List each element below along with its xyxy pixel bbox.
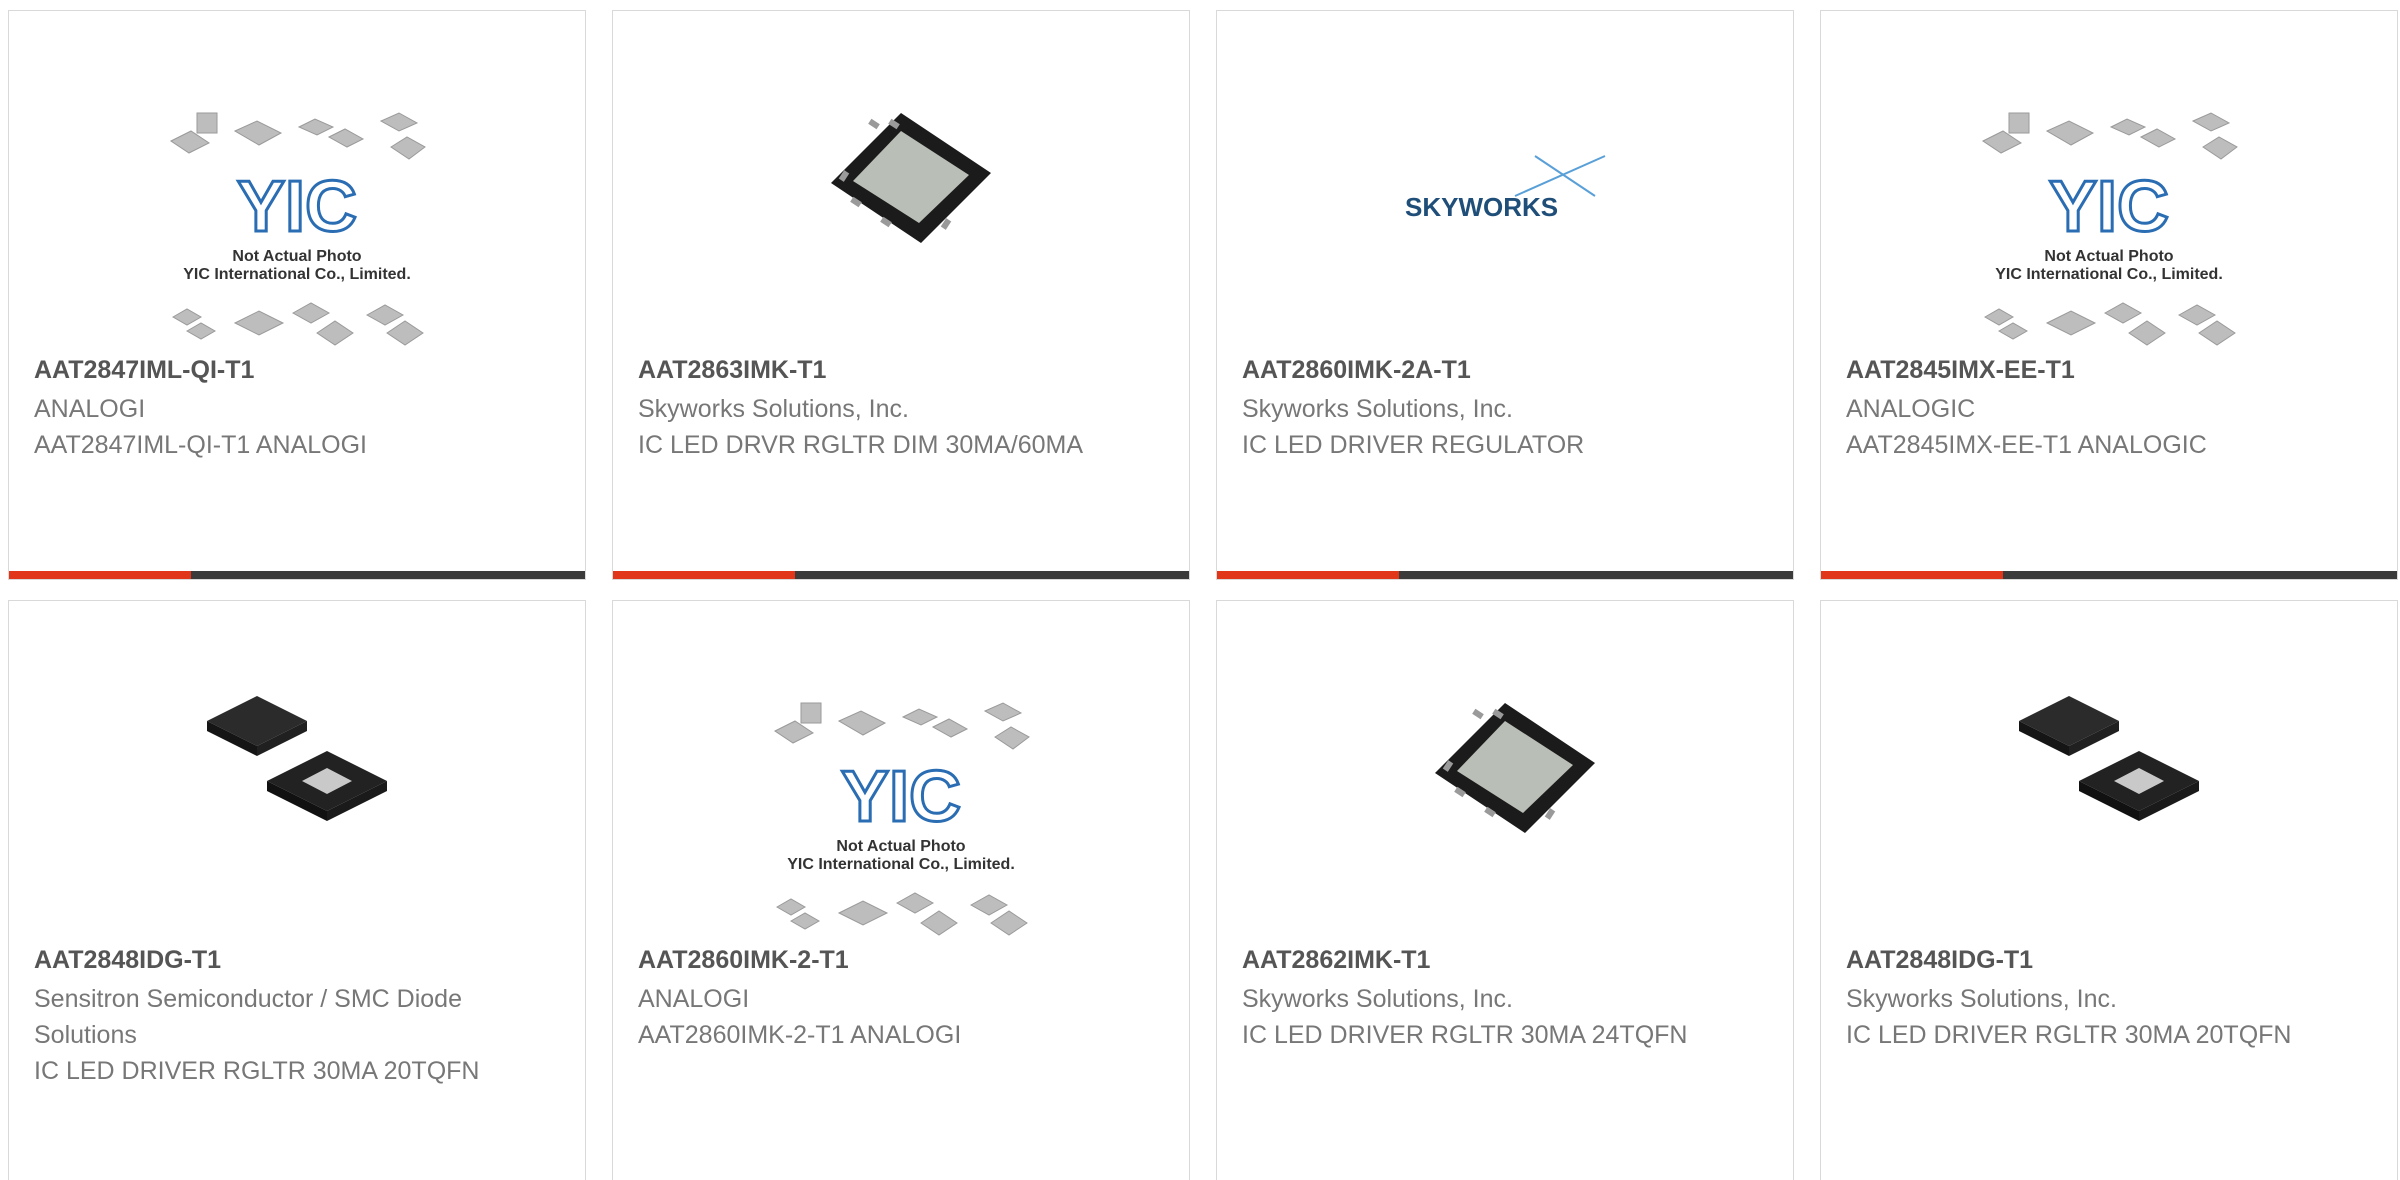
svg-text:YIC International Co., Limited: YIC International Co., Limited.	[787, 856, 1015, 873]
yic-placeholder-image: YIC Not Actual Photo YIC International C…	[170, 112, 426, 346]
product-description: AAT2845IMX-EE-T1 ANALOGIC	[1846, 431, 2207, 459]
skyworks-logo-image: SKYWORKS	[1405, 155, 1606, 222]
product-description: IC LED DRIVER RGLTR 30MA 24TQFN	[1242, 1021, 1688, 1049]
product-part-number[interactable]: AAT2848IDG-T1	[1846, 946, 2033, 975]
product-description: IC LED DRIVER REGULATOR	[1242, 431, 1585, 459]
product-manufacturer: Sensitron Semiconductor / SMC Diode Solu…	[34, 985, 462, 1049]
card-bottom-bar	[1217, 571, 1793, 579]
product-card[interactable]: YIC Not Actual Photo YIC International C…	[1820, 10, 2398, 580]
svg-text:Not Actual Photo: Not Actual Photo	[232, 248, 361, 265]
svg-text:Not Actual Photo: Not Actual Photo	[836, 838, 965, 855]
yic-placeholder-image: YIC Not Actual Photo YIC International C…	[774, 702, 1030, 936]
product-manufacturer: ANALOGIC	[1846, 395, 1976, 423]
tqfn-pair-image	[2019, 696, 2199, 821]
svg-text:YIC: YIC	[2049, 167, 2169, 247]
product-description: IC LED DRIVER RGLTR 30MA 20TQFN	[34, 1057, 480, 1085]
product-part-number[interactable]: AAT2860IMK-2-T1	[638, 946, 849, 975]
product-manufacturer: Skyworks Solutions, Inc.	[1846, 985, 2117, 1013]
product-description: AAT2860IMK-2-T1 ANALOGI	[638, 1021, 962, 1049]
product-card[interactable]: YIC Not Actual Photo YIC International C…	[8, 10, 586, 580]
qfn-chip-image	[831, 113, 991, 243]
svg-text:YIC International Co., Limited: YIC International Co., Limited.	[1995, 266, 2223, 283]
product-part-number[interactable]: AAT2862IMK-T1	[1242, 946, 1430, 975]
svg-text:YIC: YIC	[237, 167, 357, 247]
product-description: IC LED DRIVER RGLTR 30MA 20TQFN	[1846, 1021, 2292, 1049]
product-card[interactable]: AAT2862IMK-T1 Skyworks Solutions, Inc. I…	[1216, 600, 1794, 1180]
product-manufacturer: ANALOGI	[34, 395, 146, 423]
svg-text:YIC International Co., Limited: YIC International Co., Limited.	[183, 266, 411, 283]
yic-placeholder-image: YIC Not Actual Photo YIC International C…	[1982, 112, 2238, 346]
product-description: AAT2847IML-QI-T1 ANALOGI	[34, 431, 367, 459]
product-card[interactable]: AAT2863IMK-T1 Skyworks Solutions, Inc. I…	[612, 10, 1190, 580]
product-manufacturer: Skyworks Solutions, Inc.	[638, 395, 909, 423]
qfn-chip-image	[1435, 703, 1595, 833]
svg-text:Not Actual Photo: Not Actual Photo	[2044, 248, 2173, 265]
product-card[interactable]: SKYWORKS AAT2860IMK-2A-T1 Skyworks Solut…	[1216, 10, 1794, 580]
product-manufacturer: ANALOGI	[638, 985, 750, 1013]
product-card[interactable]: AAT2848IDG-T1 Skyworks Solutions, Inc. I…	[1820, 600, 2398, 1180]
product-part-number[interactable]: AAT2847IML-QI-T1	[34, 356, 254, 385]
product-part-number[interactable]: AAT2848IDG-T1	[34, 946, 221, 975]
product-part-number[interactable]: AAT2845IMX-EE-T1	[1846, 356, 2075, 385]
tqfn-pair-image	[207, 696, 387, 821]
card-bottom-bar	[1821, 571, 2397, 579]
svg-text:SKYWORKS: SKYWORKS	[1405, 192, 1558, 222]
product-part-number[interactable]: AAT2860IMK-2A-T1	[1242, 356, 1471, 385]
card-bottom-bar	[613, 571, 1189, 579]
product-description: IC LED DRVR RGLTR DIM 30MA/60MA	[638, 431, 1084, 459]
card-bottom-bar	[9, 571, 585, 579]
product-manufacturer: Skyworks Solutions, Inc.	[1242, 985, 1513, 1013]
product-card[interactable]: YIC Not Actual Photo YIC International C…	[612, 600, 1190, 1180]
product-card[interactable]: AAT2848IDG-T1 Sensitron Semiconductor / …	[8, 600, 586, 1180]
product-part-number[interactable]: AAT2863IMK-T1	[638, 356, 826, 385]
product-manufacturer: Skyworks Solutions, Inc.	[1242, 395, 1513, 423]
svg-text:YIC: YIC	[841, 757, 961, 837]
